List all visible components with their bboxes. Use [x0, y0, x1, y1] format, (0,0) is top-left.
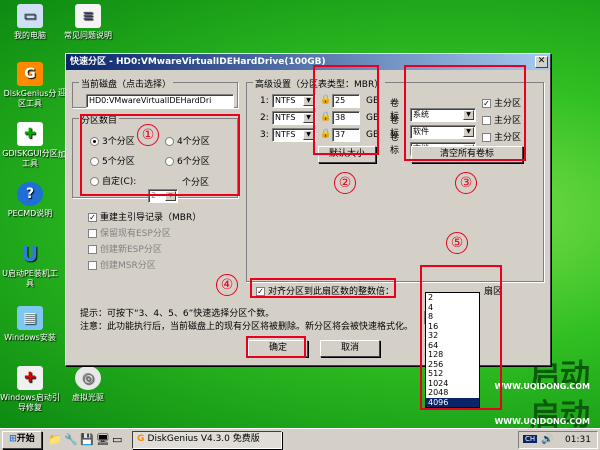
desktop-icon-label: PECMD说明	[7, 209, 53, 218]
desktop-icon-label: Windows启动引导修复	[0, 393, 60, 412]
checkbox-box	[88, 245, 97, 254]
taskbar-diskgenius-button[interactable]: G DiskGenius V4.3.0 免费版	[132, 431, 282, 449]
dialog-title: 快速分区 - HD0:VMwareVirtualIDEHardDrive(100…	[70, 57, 326, 67]
keep-esp-checkbox[interactable]: 保留现有ESP分区	[88, 226, 171, 239]
boot-repair-shortcut[interactable]: ✚ Windows启动引导修复	[0, 366, 60, 413]
cancel-button[interactable]: 取消	[320, 340, 380, 357]
start-label: 开始	[16, 434, 35, 444]
speaker-icon[interactable]: 🔊	[541, 434, 553, 445]
faq-shortcut[interactable]: ≡ 常见问题说明	[58, 4, 118, 41]
checkbox-box	[88, 229, 97, 238]
desktop-icon-label: Windows安装	[4, 333, 56, 342]
row-index: 1:	[260, 96, 269, 106]
rebuild-mbr-checkbox[interactable]: ✓ 重建主引导记录（MBR）	[88, 210, 201, 223]
my-computer-shortcut[interactable]: ▭ 我的电脑	[0, 4, 60, 41]
warning-text: 注意：此功能执行后，当前磁盘上的现有分区将被删除。新分区将会被快速格式化。	[80, 322, 414, 332]
quicklaunch-folder-icon[interactable]: 📁	[48, 433, 62, 446]
desktop-icon-label: GDISKGUI分区工具	[2, 149, 58, 168]
diskgenius-shortcut[interactable]: G DiskGenius分区工具	[0, 62, 60, 109]
fs-value: NTFS	[275, 96, 296, 105]
quicklaunch-tool-icon[interactable]: 🔧	[64, 433, 78, 446]
check-icon: ✓	[88, 213, 97, 222]
current-disk-field[interactable]: HD0:VMwareVirtualIDEHardDri	[86, 94, 234, 108]
diskgenius-icon: G	[17, 62, 43, 86]
desktop-icon-label: DiskGenius分区工具	[3, 89, 57, 108]
checkbox-label: 保留现有ESP分区	[100, 229, 171, 239]
annotation-circle-5: ⑤	[446, 232, 468, 254]
desktop-icon-label: 常见问题说明	[64, 31, 112, 40]
fs-value: NTFS	[275, 113, 296, 122]
hint-text: 提示：可按下“3、4、5、6”快速选择分区个数。	[80, 309, 275, 319]
volume-label-caption: 卷标	[390, 133, 400, 156]
close-button[interactable]: ✕	[535, 56, 548, 68]
annotation-box-ok	[246, 336, 306, 358]
brand-url: WWW.UQIDONG.COM	[494, 417, 590, 426]
gdiskgui-shortcut[interactable]: ✚ GDISKGUI分区工具	[0, 122, 60, 169]
windows-logo-icon: ⊞	[9, 434, 17, 444]
u-installer-shortcut[interactable]: U U启动PE装机工具	[0, 242, 60, 289]
create-esp-checkbox[interactable]: 创建新ESP分区	[88, 242, 162, 255]
diskgenius-icon: G	[137, 434, 148, 444]
clock: 01:31	[565, 435, 591, 445]
pecmd-shortcut[interactable]: ? PECMD说明	[0, 182, 60, 219]
boot-repair-icon: ✚	[17, 366, 43, 390]
document-icon: ≡	[75, 4, 101, 28]
virtual-cdrom-shortcut[interactable]: ◎ 虚拟光驱	[58, 366, 118, 403]
gdisk-icon: ✚	[17, 122, 43, 146]
annotation-box-5	[420, 265, 502, 410]
cdrom-icon: ◎	[75, 366, 101, 390]
windows-setup-shortcut[interactable]: ▦ Windows安装	[0, 306, 60, 343]
close-icon: ✕	[537, 56, 546, 66]
fs-select-1[interactable]: NTFS ▼	[272, 94, 316, 108]
desktop-icon-label: U启动PE装机工具	[2, 269, 58, 288]
checkbox-label: 创建MSR分区	[100, 261, 156, 271]
desktop-icon-label: 虚拟光驱	[72, 393, 104, 402]
annotation-circle-3: ③	[455, 172, 477, 194]
current-disk-label: 当前磁盘（点击选择）	[79, 77, 174, 90]
checkbox-box	[88, 261, 97, 270]
installer-icon: U	[21, 242, 39, 266]
annotation-circle-4: ④	[216, 274, 238, 296]
system-tray: CH 🔊 01:31	[518, 431, 598, 449]
row-index: 3:	[260, 130, 269, 140]
windows-setup-icon: ▦	[17, 306, 43, 330]
quicklaunch-app-icon[interactable]: 🖥	[96, 433, 110, 446]
create-msr-checkbox[interactable]: 创建MSR分区	[88, 258, 156, 271]
annotation-box-4	[250, 278, 396, 298]
annotation-circle-1: ①	[137, 124, 159, 146]
checkbox-label: 创建新ESP分区	[100, 245, 162, 255]
annotation-box-2	[313, 65, 379, 155]
language-indicator[interactable]: CH	[523, 435, 538, 443]
computer-icon: ▭	[17, 4, 43, 28]
fs-value: NTFS	[275, 130, 296, 139]
taskbar-task-label: DiskGenius V4.3.0 免费版	[147, 434, 260, 444]
annotation-box-1	[80, 114, 240, 196]
start-button[interactable]: ⊞开始	[2, 431, 42, 449]
annotation-box-3	[404, 65, 526, 161]
quicklaunch-disk-icon[interactable]: 💾	[80, 433, 94, 446]
annotation-circle-2: ②	[334, 172, 356, 194]
quicklaunch-drive-icon[interactable]: ▭	[112, 433, 122, 446]
taskbar: ⊞开始 📁 🔧 💾 🖥 ▭ G DiskGenius V4.3.0 免费版 CH…	[0, 428, 600, 450]
fs-select-3[interactable]: NTFS ▼	[272, 128, 316, 142]
desktop-icon-label: 我的电脑	[14, 31, 46, 40]
help-icon: ?	[17, 182, 43, 206]
fs-select-2[interactable]: NTFS ▼	[272, 111, 316, 125]
row-index: 2:	[260, 113, 269, 123]
checkbox-label: 重建主引导记录（MBR）	[100, 213, 202, 223]
